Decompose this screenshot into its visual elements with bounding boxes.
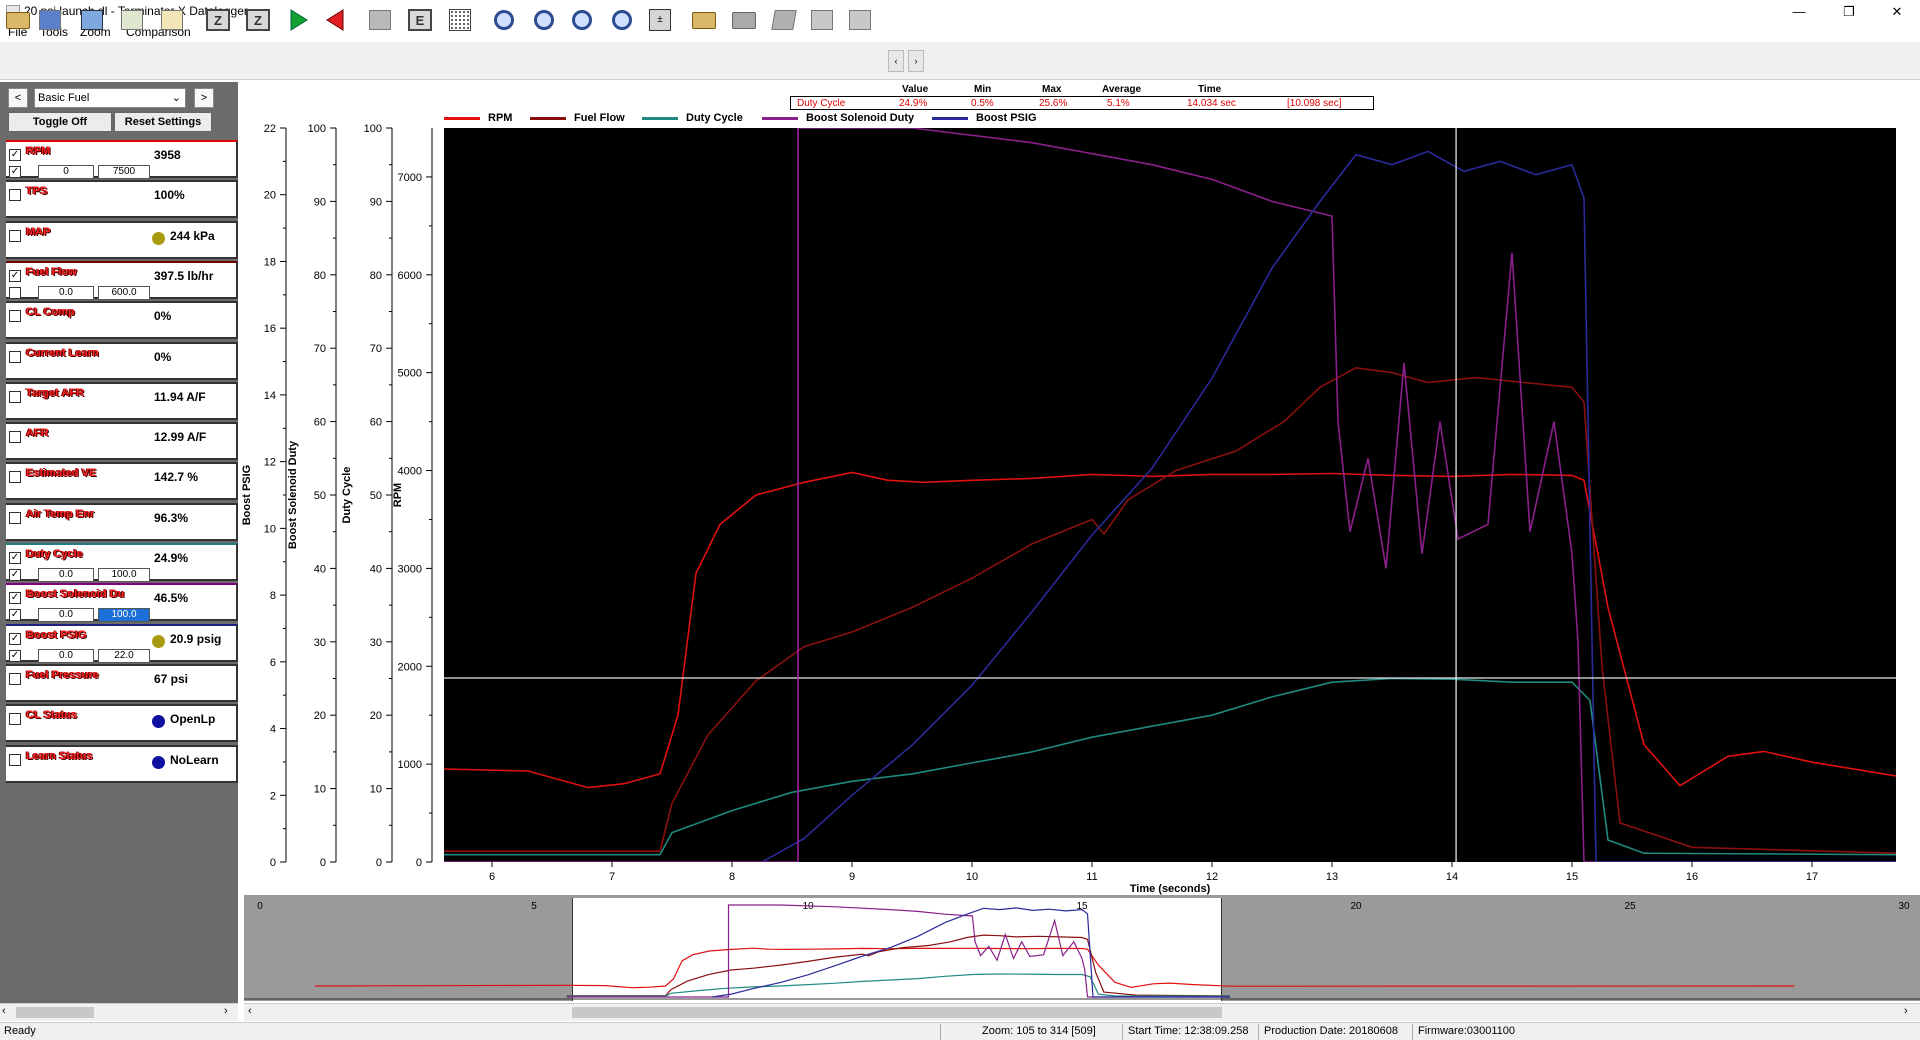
y-tick-label: 0 [320,857,326,869]
overview-tick-label: 5 [531,901,537,912]
y-tick-label: 4 [270,724,276,736]
y-tick-label: 90 [370,196,382,208]
status-start-time: Start Time: 12:38:09.258 [1128,1025,1249,1037]
x-tick-label: 15 [1566,871,1578,883]
y-tick-label: 20 [264,190,276,202]
x-tick-label: 8 [729,871,735,883]
y-tick-label: 80 [314,270,326,282]
overview-plot: 0 5 10 15 20 25 30 [244,901,1920,1000]
status-divider [1122,1024,1123,1040]
y-tick-label: 6000 [398,270,422,282]
y-tick-label: 4000 [398,466,422,478]
y-tick-label: 50 [314,490,326,502]
y-tick-label: 10 [314,784,326,796]
y-tick-label: 14 [264,390,276,402]
overview-tick-label: 25 [1624,901,1636,912]
y-tick-label: 0 [376,857,382,869]
x-axis-label: Time (seconds) [1130,883,1211,895]
x-tick-label: 10 [966,871,978,883]
y-tick-label: 40 [314,563,326,575]
y-tick-label: 3000 [398,563,422,575]
status-divider [1258,1024,1259,1040]
y-tick-label: 40 [370,563,382,575]
ov-scroll-thumb[interactable] [572,1007,1222,1018]
y-tick-label: 2 [270,790,276,802]
y-axis-label: Boost Solenoid Duty [287,440,299,549]
y-tick-label: 22 [264,123,276,135]
y-tick-label: 2000 [398,661,422,673]
overview-series-rpm [314,947,1795,989]
x-tick-label: 7 [609,871,615,883]
y-axis-label: Duty Cycle [341,467,353,524]
y-tick-label: 60 [314,417,326,429]
y-axis-label: RPM [392,483,404,507]
y-tick-label: 80 [370,270,382,282]
y-tick-label: 60 [370,417,382,429]
y-tick-label: 30 [370,637,382,649]
status-production-date: Production Date: 20180608 [1264,1025,1398,1037]
y-tick-label: 90 [314,196,326,208]
y-tick-label: 6 [270,657,276,669]
y-tick-label: 20 [370,710,382,722]
x-tick-label: 9 [849,871,855,883]
ov-scroll-left-arrow[interactable]: ‹ [248,1005,252,1017]
y-tick-label: 10 [370,784,382,796]
ov-scroll-right-arrow[interactable]: › [1904,1005,1908,1017]
y-tick-label: 50 [370,490,382,502]
y-axis-label: Boost PSIG [241,465,253,526]
y-tick-label: 12 [264,457,276,469]
y-tick-label: 30 [314,637,326,649]
y-tick-label: 18 [264,256,276,268]
y-tick-label: 0 [270,857,276,869]
plot-background [444,128,1896,862]
y-tick-label: 100 [308,123,326,135]
y-tick-label: 10 [264,523,276,535]
x-tick-label: 12 [1206,871,1218,883]
x-tick-label: 6 [489,871,495,883]
status-firmware: Firmware:03001100 [1418,1025,1516,1037]
x-tick-label: 13 [1326,871,1338,883]
y-tick-label: 20 [314,710,326,722]
status-divider [1412,1024,1413,1040]
y-tick-label: 100 [364,123,382,135]
y-tick-label: 70 [370,343,382,355]
y-tick-label: 1000 [398,759,422,771]
y-tick-label: 16 [264,323,276,335]
overview-series-boost-solenoid-duty [566,904,1230,998]
overview-tick-label: 20 [1350,901,1362,912]
y-tick-label: 70 [314,343,326,355]
status-divider [940,1024,941,1040]
y-tick-label: 5000 [398,368,422,380]
main-plot[interactable] [444,128,1896,862]
x-tick-label: 17 [1806,871,1818,883]
y-tick-label: 8 [270,590,276,602]
overview-tick-label: 0 [257,901,263,912]
x-tick-label: 16 [1686,871,1698,883]
overview-scrollbar[interactable]: ‹ › [244,1003,1920,1021]
status-bar: Ready Zoom: 105 to 314 [509] Start Time:… [0,1022,1920,1040]
x-tick-label: 14 [1446,871,1458,883]
x-tick-label: 11 [1086,871,1097,883]
status-ready: Ready [4,1025,36,1037]
overview-tick-label: 30 [1898,901,1910,912]
status-zoom: Zoom: 105 to 314 [509] [982,1025,1096,1037]
y-tick-label: 0 [416,857,422,869]
y-tick-label: 7000 [398,172,422,184]
